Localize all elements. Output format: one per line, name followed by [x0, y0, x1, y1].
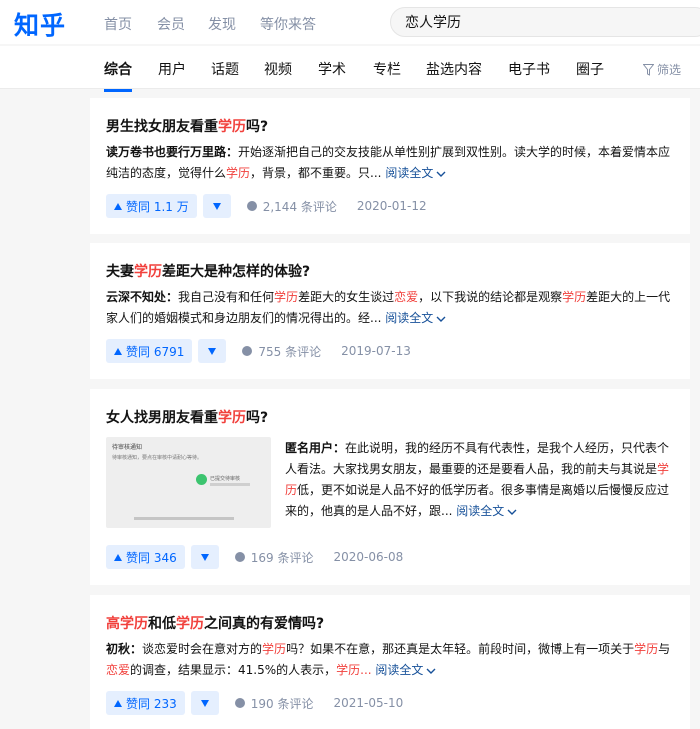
- author-name[interactable]: 云深不知处: [106, 290, 166, 304]
- triangle-down-icon: [212, 202, 221, 210]
- nav-waiting-answers[interactable]: 等你来答: [260, 14, 316, 34]
- nav-home[interactable]: 首页: [104, 14, 132, 34]
- action-bar: 赞同 233 190 条评论 2021-05-10: [106, 691, 403, 715]
- thumb-line: [134, 517, 234, 520]
- read-more-link[interactable]: 阅读全文: [456, 504, 517, 518]
- comments-button[interactable]: 169 条评论: [234, 549, 313, 566]
- tab-premium[interactable]: 盐选内容: [426, 59, 482, 79]
- chevron-down-icon: [436, 171, 446, 177]
- author-name[interactable]: 读万卷书也要行万里路: [106, 145, 226, 159]
- downvote-button[interactable]: [190, 545, 219, 569]
- zhihu-logo[interactable]: 知乎: [14, 6, 66, 42]
- downvote-button[interactable]: [198, 339, 227, 363]
- result-title[interactable]: 男生找女朋友看重学历吗?: [106, 117, 268, 137]
- result-excerpt: 初秋：谈恋爱时会在意对方的学历吗？如果不在意，那还真是太年轻。前段时间，微博上有…: [106, 642, 671, 677]
- tab-videos[interactable]: 视频: [264, 59, 292, 79]
- tab-academic[interactable]: 学术: [318, 59, 346, 79]
- thumb-line: [210, 483, 250, 486]
- thumb-body: 待审核通知，要点在审核中请耐心等待。: [112, 455, 203, 461]
- chevron-down-icon: [507, 509, 517, 515]
- nav-discover[interactable]: 发现: [208, 14, 236, 34]
- comments-button[interactable]: 755 条评论: [242, 343, 321, 360]
- filter-label: 筛选: [657, 63, 682, 77]
- result-card: 男生找女朋友看重学历吗? 读万卷书也要行万里路：开始逐渐把自己的交友技能从单性别…: [90, 98, 690, 234]
- result-title[interactable]: 夫妻学历差距大是种怎样的体验?: [106, 262, 310, 282]
- author-name[interactable]: 初秋: [106, 642, 130, 656]
- upvote-button[interactable]: 赞同 6791: [106, 339, 193, 363]
- upvote-button[interactable]: 赞同 346: [106, 545, 185, 569]
- comments-button[interactable]: 2,144 条评论: [246, 198, 337, 215]
- thumb-status: 已提交待审核: [210, 476, 241, 482]
- result-excerpt: 云深不知处：我自己没有和任何学历差距大的女生谈过恋爱，以下我说的结论都是观察学历…: [106, 290, 671, 325]
- downvote-button[interactable]: [190, 691, 219, 715]
- result-title[interactable]: 高学历和低学历之间真的有爱情吗?: [106, 614, 324, 634]
- read-more-link[interactable]: 阅读全文: [385, 166, 446, 180]
- search-box: [390, 7, 700, 37]
- action-bar: 赞同 1.1 万 2,144 条评论 2020-01-12: [106, 194, 427, 218]
- search-input[interactable]: [405, 8, 685, 36]
- downvote-button[interactable]: [202, 194, 231, 218]
- tab-ebooks[interactable]: 电子书: [508, 59, 550, 79]
- triangle-up-icon: [114, 202, 122, 210]
- post-date: 2020-06-08: [333, 550, 404, 564]
- result-card: 夫妻学历差距大是种怎样的体验? 云深不知处：我自己没有和任何学历差距大的女生谈过…: [90, 243, 690, 379]
- thumb-heading: 待审核通知: [112, 444, 143, 451]
- triangle-down-icon: [200, 553, 209, 561]
- filter-button[interactable]: 筛选: [642, 61, 682, 78]
- comments-button[interactable]: 190 条评论: [234, 695, 313, 712]
- triangle-up-icon: [114, 347, 122, 355]
- comment-icon: [246, 201, 257, 211]
- comment-icon: [234, 552, 245, 562]
- upvote-button[interactable]: 赞同 1.1 万: [106, 194, 197, 218]
- read-more-link[interactable]: 阅读全文: [385, 311, 446, 325]
- chevron-down-icon: [436, 316, 446, 322]
- tab-all[interactable]: 综合: [104, 59, 132, 92]
- result-card: 高学历和低学历之间真的有爱情吗? 初秋：谈恋爱时会在意对方的学历吗？如果不在意，…: [90, 595, 690, 729]
- tab-columns[interactable]: 专栏: [373, 59, 401, 79]
- triangle-up-icon: [114, 553, 122, 561]
- post-date: 2021-05-10: [333, 696, 404, 710]
- read-more-link[interactable]: 阅读全文: [375, 663, 436, 677]
- triangle-up-icon: [114, 699, 122, 707]
- result-card: 女人找男朋友看重学历吗? 待审核通知 待审核通知，要点在审核中请耐心等待。 已提…: [90, 389, 690, 585]
- result-title[interactable]: 女人找男朋友看重学历吗?: [106, 408, 268, 428]
- upvote-button[interactable]: 赞同 233: [106, 691, 185, 715]
- author-name[interactable]: 匿名用户: [285, 441, 333, 455]
- top-header: 知乎 首页 会员 发现 等你来答: [0, 0, 700, 44]
- post-date: 2020-01-12: [356, 199, 427, 213]
- comment-icon: [242, 346, 253, 356]
- filter-icon: [642, 64, 655, 76]
- check-icon: [196, 474, 207, 485]
- tab-users[interactable]: 用户: [158, 59, 186, 79]
- comment-icon: [234, 698, 245, 708]
- action-bar: 赞同 6791 755 条评论 2019-07-13: [106, 339, 411, 363]
- post-date: 2019-07-13: [341, 344, 411, 358]
- tab-circles[interactable]: 圈子: [576, 59, 604, 79]
- triangle-down-icon: [200, 699, 209, 707]
- result-thumbnail[interactable]: 待审核通知 待审核通知，要点在审核中请耐心等待。 已提交待审核: [106, 437, 271, 528]
- tab-topics[interactable]: 话题: [211, 59, 239, 79]
- triangle-down-icon: [208, 347, 217, 355]
- result-tabs: 综合 用户 话题 视频 学术 专栏 盐选内容 电子书 圈子 筛选: [0, 46, 700, 92]
- result-excerpt: 匿名用户：在此说明，我的经历不具有代表性，是我个人经历，只代表个人看法。大家找男…: [285, 441, 670, 518]
- chevron-down-icon: [426, 668, 436, 674]
- result-excerpt: 读万卷书也要行万里路：开始逐渐把自己的交友技能从单性别扩展到双性别。读大学的时候…: [106, 145, 671, 180]
- nav-vip[interactable]: 会员: [157, 14, 185, 34]
- action-bar: 赞同 346 169 条评论 2020-06-08: [106, 545, 403, 569]
